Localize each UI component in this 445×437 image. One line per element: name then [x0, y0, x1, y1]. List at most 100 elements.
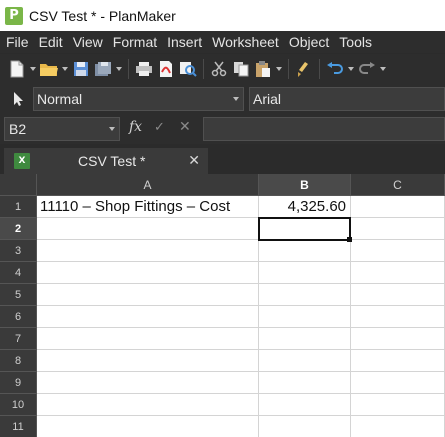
formula-bar: B2 fx ✓ ✕: [0, 114, 445, 144]
grid-cell[interactable]: [351, 416, 445, 437]
undo-icon[interactable]: [324, 58, 346, 80]
grid-cell[interactable]: [37, 328, 259, 350]
new-dropdown-arrow[interactable]: [28, 58, 38, 80]
menu-object[interactable]: Object: [284, 34, 334, 50]
column-header-a[interactable]: A: [37, 174, 259, 196]
chevron-down-icon[interactable]: [105, 127, 119, 131]
window-title: CSV Test * - PlanMaker: [29, 7, 176, 24]
document-tab[interactable]: X CSV Test * ✕: [4, 148, 208, 174]
menu-format[interactable]: Format: [108, 34, 162, 50]
menu-file[interactable]: File: [0, 34, 34, 50]
row-header-3[interactable]: 3: [0, 240, 37, 262]
app-icon-letter: P: [9, 8, 19, 23]
active-cell-b2[interactable]: [258, 217, 351, 241]
grid-cell[interactable]: [351, 284, 445, 306]
formula-input[interactable]: [203, 117, 445, 141]
row-header-1[interactable]: 1: [0, 196, 37, 218]
fill-handle[interactable]: [347, 237, 352, 242]
cancel-icon[interactable]: ✕: [179, 119, 191, 135]
column-header-c[interactable]: C: [351, 174, 445, 196]
save-dropdown-arrow[interactable]: [114, 58, 124, 80]
open-folder-icon[interactable]: [38, 58, 60, 80]
grid-cell[interactable]: [259, 284, 351, 306]
grid-cell[interactable]: [37, 372, 259, 394]
menu-bar: File Edit View Format Insert Worksheet O…: [0, 31, 445, 53]
cell-b1[interactable]: 4,325.60: [259, 196, 351, 218]
worksheet-grid[interactable]: A B C 1 2 3 4 5 6 7 8 9 10 11 11110 – Sh…: [0, 174, 445, 437]
row-header-8[interactable]: 8: [0, 350, 37, 372]
grid-cell[interactable]: [37, 284, 259, 306]
cut-icon[interactable]: [208, 58, 230, 80]
paste-icon[interactable]: [252, 58, 274, 80]
menu-view[interactable]: View: [68, 34, 108, 50]
function-icon[interactable]: fx: [129, 119, 142, 135]
spreadsheet-file-icon: X: [14, 153, 30, 169]
grid-cell[interactable]: [351, 218, 445, 240]
grid-cell[interactable]: [351, 394, 445, 416]
cell-a1[interactable]: 11110 – Shop Fittings – Cost: [37, 196, 259, 218]
grid-cell[interactable]: [351, 196, 445, 218]
font-name-dropdown[interactable]: Arial: [249, 87, 445, 111]
grid-cell[interactable]: [351, 306, 445, 328]
row-header-11[interactable]: 11: [0, 416, 37, 437]
toolbar-separator: [319, 59, 320, 79]
confirm-icon[interactable]: ✓: [154, 120, 165, 135]
close-icon[interactable]: ✕: [188, 153, 200, 169]
grid-cell[interactable]: [351, 240, 445, 262]
grid-cell[interactable]: [351, 350, 445, 372]
row-header-6[interactable]: 6: [0, 306, 37, 328]
redo-dropdown-arrow[interactable]: [378, 58, 388, 80]
grid-cell[interactable]: [259, 350, 351, 372]
column-header-b[interactable]: B: [259, 174, 351, 196]
grid-cell[interactable]: [259, 240, 351, 262]
save-icon[interactable]: [70, 58, 92, 80]
grid-cell[interactable]: [259, 372, 351, 394]
grid-cell[interactable]: [37, 240, 259, 262]
row-header-7[interactable]: 7: [0, 328, 37, 350]
grid-cell[interactable]: [37, 262, 259, 284]
row-header-2[interactable]: 2: [0, 218, 37, 240]
cell-style-dropdown[interactable]: Normal: [33, 87, 244, 111]
redo-icon[interactable]: [356, 58, 378, 80]
select-all-corner[interactable]: [0, 174, 37, 196]
row-header-9[interactable]: 9: [0, 372, 37, 394]
selection-cursor-icon[interactable]: [8, 88, 30, 110]
grid-cell[interactable]: [259, 328, 351, 350]
new-document-icon[interactable]: [6, 58, 28, 80]
grid-cell[interactable]: [37, 394, 259, 416]
save-all-icon[interactable]: [92, 58, 114, 80]
grid-cell[interactable]: [351, 372, 445, 394]
export-pdf-icon[interactable]: [155, 58, 177, 80]
font-name-value: Arial: [253, 91, 282, 107]
file-icon-letter: X: [18, 156, 26, 166]
print-icon[interactable]: [133, 58, 155, 80]
grid-cell[interactable]: [259, 394, 351, 416]
grid-cell[interactable]: [37, 218, 259, 240]
row-header-4[interactable]: 4: [0, 262, 37, 284]
grid-cell[interactable]: [37, 350, 259, 372]
grid-cell[interactable]: [259, 306, 351, 328]
open-dropdown-arrow[interactable]: [60, 58, 70, 80]
grid-cell[interactable]: [37, 306, 259, 328]
menu-worksheet[interactable]: Worksheet: [207, 34, 284, 50]
menu-insert[interactable]: Insert: [162, 34, 207, 50]
undo-dropdown-arrow[interactable]: [346, 58, 356, 80]
row-header-5[interactable]: 5: [0, 284, 37, 306]
menu-tools[interactable]: Tools: [334, 34, 377, 50]
grid-cell[interactable]: [351, 262, 445, 284]
paste-dropdown-arrow[interactable]: [274, 58, 284, 80]
planmaker-app-icon[interactable]: P: [5, 6, 23, 25]
chevron-down-icon[interactable]: [229, 97, 243, 101]
print-preview-icon[interactable]: [177, 58, 199, 80]
grid-cell[interactable]: [37, 416, 259, 437]
document-tab-label: CSV Test *: [78, 153, 146, 169]
grid-cell[interactable]: [259, 416, 351, 437]
cell-reference-box[interactable]: B2: [4, 117, 120, 141]
standard-toolbar: [0, 54, 445, 84]
copy-icon[interactable]: [230, 58, 252, 80]
grid-cell[interactable]: [351, 328, 445, 350]
menu-edit[interactable]: Edit: [34, 34, 68, 50]
format-painter-icon[interactable]: [293, 58, 315, 80]
row-header-10[interactable]: 10: [0, 394, 37, 416]
grid-cell[interactable]: [259, 262, 351, 284]
